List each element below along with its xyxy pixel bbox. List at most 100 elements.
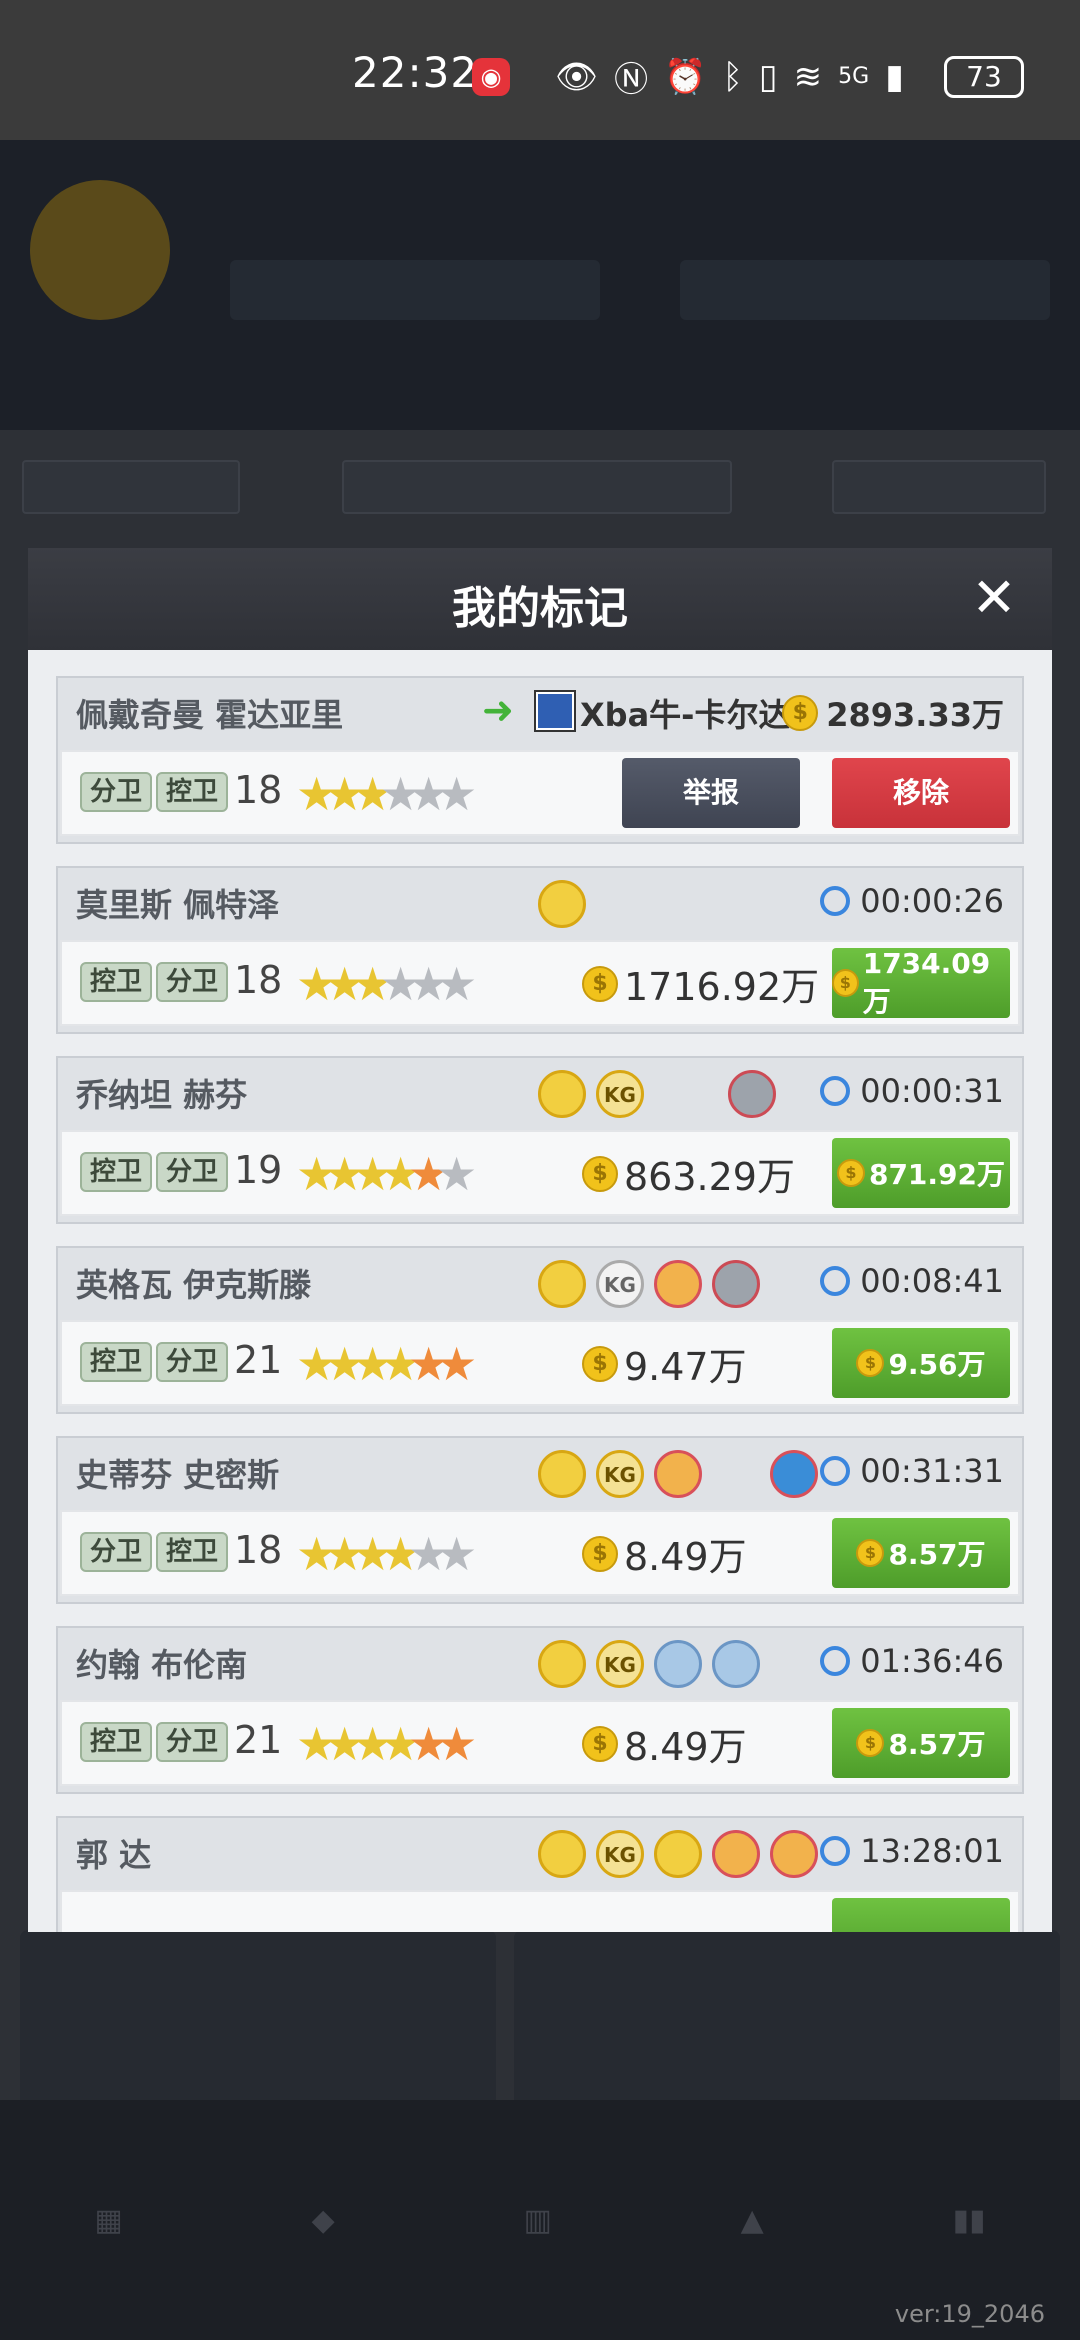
player-level: 19 — [234, 1148, 283, 1192]
timer: 13:28:01 — [820, 1832, 1004, 1870]
timer-value: 00:00:26 — [860, 882, 1004, 920]
dialog-header: 我的标记 ✕ — [28, 548, 1052, 650]
card-details: 控卫 分卫 21 ★ ★ ★ ★ ★ ★ $ 8.49万 $ 8.57万 — [60, 1700, 1020, 1786]
position-tag: 控卫 — [80, 1722, 153, 1762]
badge-red-icon — [654, 1260, 702, 1308]
buy-button[interactable]: $ 8.57万 — [832, 1708, 1010, 1778]
bg-refresh-button — [832, 460, 1046, 514]
card-header: 史蒂芬 史密斯 KG 00:31:31 — [58, 1438, 1022, 1510]
price-value: 2893.33万 — [826, 696, 1004, 734]
player-name: 史蒂芬 史密斯 — [76, 1456, 280, 1494]
market-price: $ 1716.92万 — [582, 956, 819, 1011]
star-icon: ★ — [324, 1147, 366, 1201]
list-item: 佩戴奇曼 霍达亚里 ➜ Xba牛-卡尔达 $ 2893.33万 分卫 控卫 18… — [56, 676, 1024, 844]
bg-nav-icon: ▮▮ — [952, 2202, 986, 2238]
star-icon: ★ — [296, 957, 338, 1011]
price-value: 863.29万 — [624, 1155, 795, 1199]
star-icon: ★ — [408, 957, 450, 1011]
market-price: $ 9.47万 — [582, 1336, 747, 1391]
position-tag: 分卫 — [80, 1532, 153, 1572]
player-level: 18 — [234, 958, 283, 1002]
coin-icon: $ — [856, 1729, 885, 1757]
card-header: 约翰 布伦南 KG 01:36:46 — [58, 1628, 1022, 1700]
position-tag: 控卫 — [80, 1342, 153, 1382]
list-item: 莫里斯 佩特泽 00:00:26 控卫 分卫 18 ★ ★ ★ ★ ★ ★ $ 1716.… — [56, 866, 1024, 1034]
timer: 00:08:41 — [820, 1262, 1004, 1300]
card-header: 郭 达 KG 13:28:01 — [58, 1818, 1022, 1890]
card-header: 莫里斯 佩特泽 00:00:26 — [58, 868, 1022, 940]
star-icon: ★ — [380, 957, 422, 1011]
buy-button[interactable]: $ 1734.09万 — [832, 946, 1010, 1018]
buy-button[interactable] — [832, 1898, 1010, 1932]
timer-value: 00:08:41 — [860, 1262, 1004, 1300]
card-header: 英格瓦 伊克斯滕 KG 00:08:41 — [58, 1248, 1022, 1320]
seller-avatar-icon — [536, 692, 574, 730]
timer-icon — [820, 886, 851, 916]
coin-icon: $ — [582, 1535, 618, 1572]
version-label: ver:19_2046 — [894, 2300, 1045, 2328]
star-icon: ★ — [296, 1717, 338, 1771]
price-value: 8.49万 — [624, 1535, 747, 1579]
vibrate-icon: ▯ — [758, 56, 778, 97]
nfc-icon: Ⓝ — [614, 60, 649, 100]
my-marks-dialog: 我的标记 ✕ 佩戴奇曼 霍达亚里 ➜ Xba牛-卡尔达 $ 2893.33万 分… — [28, 548, 1052, 1932]
badge-red-icon — [770, 1830, 818, 1878]
buy-button[interactable]: $ 8.57万 — [832, 1518, 1010, 1588]
card-details: 控卫 分卫 21 ★ ★ ★ ★ ★ ★ $ 9.47万 $ 9.56万 — [60, 1320, 1020, 1406]
bg-coin-bar — [230, 260, 600, 320]
marked-player-list[interactable]: 佩戴奇曼 霍达亚里 ➜ Xba牛-卡尔达 $ 2893.33万 分卫 控卫 18… — [28, 650, 1052, 1932]
timer-icon — [820, 1456, 851, 1486]
star-icon: ★ — [352, 1147, 394, 1201]
timer-icon — [820, 1646, 851, 1676]
badge-gold-icon — [538, 1070, 586, 1118]
player-name: 郭 达 — [76, 1836, 152, 1874]
timer: 00:31:31 — [820, 1452, 1004, 1490]
player-name: 英格瓦 伊克斯滕 — [76, 1266, 312, 1304]
close-icon[interactable]: ✕ — [966, 570, 1022, 626]
bg-nav-icon: ▥ — [523, 2202, 552, 2238]
badge-lblue-icon — [654, 1640, 702, 1688]
star-icon: ★ — [296, 767, 338, 821]
star-rating: ★ ★ ★ ★ ★ ★ — [296, 764, 477, 824]
price-value: 1716.92万 — [624, 965, 820, 1009]
star-icon: ★ — [436, 1717, 478, 1771]
bluetooth-icon: ᛒ — [722, 56, 743, 97]
badge-kg-icon: KG — [596, 1830, 644, 1878]
list-item: 英格瓦 伊克斯滕 KG 00:08:41 控卫 分卫 21 ★ ★ ★ ★ ★ ★ $ 9… — [56, 1246, 1024, 1414]
buy-button[interactable]: $ 871.92万 — [832, 1138, 1010, 1208]
timer-value: 00:00:31 — [860, 1072, 1004, 1110]
badge-kg-icon: KG — [596, 1450, 644, 1498]
buy-button[interactable]: $ 9.56万 — [832, 1328, 1010, 1398]
star-rating: ★ ★ ★ ★ ★ ★ — [296, 1714, 478, 1774]
player-name: 莫里斯 佩特泽 — [76, 886, 280, 924]
coin-icon: $ — [832, 969, 859, 997]
coin-icon: $ — [582, 1345, 618, 1382]
card-details: 控卫 分卫 18 ★ ★ ★ ★ ★ ★ $ 1716.92万 $ 1734.09万 — [60, 940, 1020, 1026]
report-button[interactable]: 举报 — [622, 758, 800, 828]
buy-price: 1734.09万 — [862, 946, 991, 1018]
coin-icon: $ — [582, 1155, 618, 1192]
star-icon: ★ — [408, 767, 450, 821]
badge-gray-icon — [712, 1260, 760, 1308]
star-icon: ★ — [436, 957, 478, 1011]
market-price: $ 863.29万 — [582, 1146, 795, 1201]
list-item: 乔纳坦 赫芬 KG 00:00:31 控卫 分卫 19 ★ ★ ★ ★ ★ ★ $ 863… — [56, 1056, 1024, 1224]
arrow-right-icon: ➜ — [482, 688, 514, 732]
price-value: 8.49万 — [624, 1725, 747, 1769]
wifi-icon: ≋ — [793, 56, 823, 97]
eye-icon: 👁 — [555, 56, 599, 97]
star-icon: ★ — [324, 767, 366, 821]
star-rating: ★ ★ ★ ★ ★ ★ — [296, 954, 478, 1014]
star-icon: ★ — [352, 1717, 394, 1771]
bg-header — [0, 140, 1080, 430]
card-details: 控卫 分卫 19 ★ ★ ★ ★ ★ ★ $ 863.29万 $ 871.92万 — [60, 1130, 1020, 1216]
card-details — [60, 1890, 1020, 1932]
star-icon: ★ — [324, 957, 366, 1011]
coin-icon: $ — [856, 1349, 885, 1377]
badge-kg-icon: KG — [596, 1070, 644, 1118]
buy-price: 8.57万 — [888, 1538, 986, 1571]
remove-button[interactable]: 移除 — [832, 758, 1010, 828]
star-icon: ★ — [324, 1337, 366, 1391]
position-tag: 控卫 — [156, 772, 229, 812]
app-notification-icon: ◉ — [472, 58, 510, 96]
